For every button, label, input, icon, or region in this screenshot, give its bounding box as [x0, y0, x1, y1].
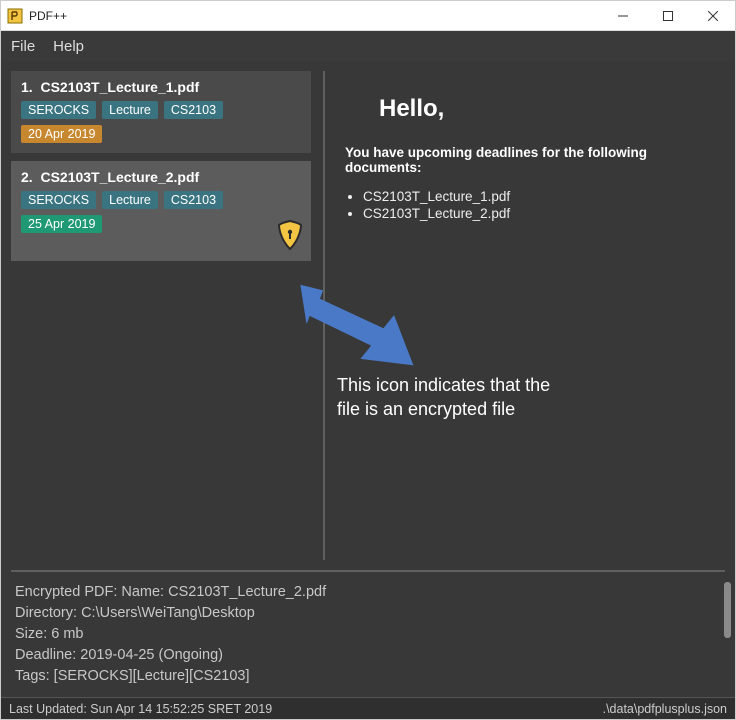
- date-badge: 20 Apr 2019: [21, 125, 102, 143]
- menu-help[interactable]: Help: [53, 38, 84, 55]
- maximize-button[interactable]: [645, 1, 690, 30]
- window-title: PDF++: [29, 9, 600, 23]
- deadline-intro: You have upcoming deadlines for the foll…: [345, 145, 717, 175]
- details-line: Encrypted PDF: Name: CS2103T_Lecture_2.p…: [15, 582, 721, 603]
- tag: SEROCKS: [21, 191, 96, 209]
- menubar: File Help: [1, 31, 735, 61]
- details-line: Deadline: 2019-04-25 (Ongoing): [15, 645, 721, 666]
- tag-row: SEROCKS Lecture CS2103: [21, 191, 301, 209]
- list-item-title: 2. CS2103T_Lecture_2.pdf: [21, 169, 301, 185]
- minimize-button[interactable]: [600, 1, 645, 30]
- tag-row: SEROCKS Lecture CS2103: [21, 101, 301, 119]
- greeting: Hello,: [379, 95, 717, 123]
- document-list: 1. CS2103T_Lecture_1.pdf SEROCKS Lecture…: [11, 71, 311, 560]
- list-item-title: 1. CS2103T_Lecture_1.pdf: [21, 79, 301, 95]
- app-icon: [7, 8, 23, 24]
- encrypted-icon: [277, 220, 303, 255]
- menu-file[interactable]: File: [11, 38, 35, 55]
- annotation-arrow: [297, 271, 417, 381]
- details-line: Tags: [SEROCKS][Lecture][CS2103]: [15, 666, 721, 687]
- deadline-item: CS2103T_Lecture_2.pdf: [363, 206, 717, 221]
- details-line: Size: 6 mb: [15, 624, 721, 645]
- close-icon: [708, 11, 718, 21]
- annotation-text: This icon indicates that the file is an …: [337, 373, 550, 422]
- deadline-item: CS2103T_Lecture_1.pdf: [363, 189, 717, 204]
- main-area: 1. CS2103T_Lecture_1.pdf SEROCKS Lecture…: [1, 61, 735, 570]
- tag: CS2103: [164, 191, 223, 209]
- status-left: Last Updated: Sun Apr 14 15:52:25 SRET 2…: [9, 702, 272, 716]
- tag: Lecture: [102, 101, 158, 119]
- tag: CS2103: [164, 101, 223, 119]
- details-line: Directory: C:\Users\WeiTang\Desktop: [15, 603, 721, 624]
- window-controls: [600, 1, 735, 30]
- status-right: .\data\pdfplusplus.json: [603, 702, 727, 716]
- app-window: PDF++ File Help 1. CS2103T_Lecture_1.pdf: [0, 0, 736, 720]
- maximize-icon: [663, 11, 673, 21]
- list-item[interactable]: 1. CS2103T_Lecture_1.pdf SEROCKS Lecture…: [11, 71, 311, 153]
- minimize-icon: [618, 11, 628, 21]
- close-button[interactable]: [690, 1, 735, 30]
- details-panel: Encrypted PDF: Name: CS2103T_Lecture_2.p…: [1, 572, 735, 697]
- titlebar: PDF++: [1, 1, 735, 31]
- statusbar: Last Updated: Sun Apr 14 15:52:25 SRET 2…: [1, 697, 735, 719]
- tag: SEROCKS: [21, 101, 96, 119]
- list-item[interactable]: 2. CS2103T_Lecture_2.pdf SEROCKS Lecture…: [11, 161, 311, 261]
- scrollbar[interactable]: [724, 582, 731, 638]
- tag: Lecture: [102, 191, 158, 209]
- deadline-list: CS2103T_Lecture_1.pdf CS2103T_Lecture_2.…: [363, 189, 717, 221]
- date-badge: 25 Apr 2019: [21, 215, 102, 233]
